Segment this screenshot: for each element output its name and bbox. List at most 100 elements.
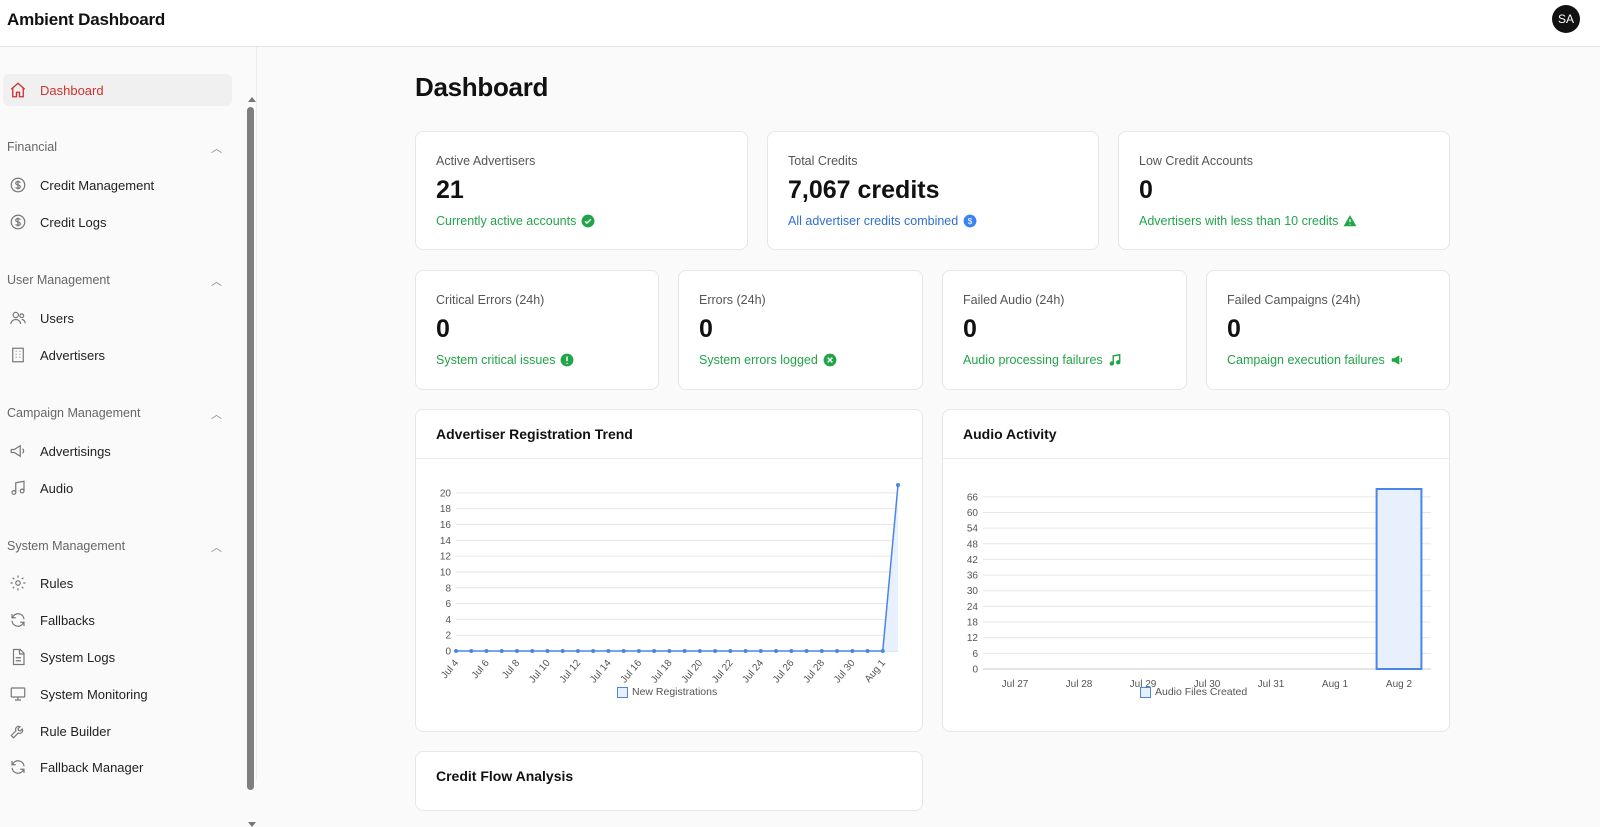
y-tick-label: 66 xyxy=(967,492,979,503)
chart-card-registration-trend: Advertiser Registration Trend 0 2 4 6 8 10 12 1… xyxy=(415,409,923,732)
data-point xyxy=(499,649,504,653)
chevron-up-icon: ︿ xyxy=(211,276,222,288)
group-label-text: User Management xyxy=(7,273,110,287)
stat-subtext: All advertiser credits combined $ xyxy=(788,214,977,228)
x-tick-label: Aug 1 xyxy=(863,658,889,685)
chart-card-credit-flow: Credit Flow Analysis xyxy=(415,751,923,811)
stat-card-critical-errors: Critical Errors (24h) 0 System critical … xyxy=(415,270,659,390)
stat-value: 0 xyxy=(1227,315,1241,343)
bar xyxy=(1375,488,1423,670)
stat-subtext: Currently active accounts xyxy=(436,214,595,228)
user-avatar[interactable]: SA xyxy=(1552,5,1580,33)
stat-card-active-advertisers: Active Advertisers 21 Currently active a… xyxy=(415,131,748,250)
stat-subtext: Advertisers with less than 10 credits xyxy=(1139,214,1357,228)
x-tick-label: Jul 12 xyxy=(558,658,584,686)
page-title: Dashboard xyxy=(415,72,549,102)
sidebar-item-label: Users xyxy=(40,310,74,326)
stat-subtext-label: Advertisers with less than 10 credits xyxy=(1139,214,1339,228)
scroll-up-arrow[interactable] xyxy=(248,97,256,102)
y-tick-label: 14 xyxy=(440,536,452,547)
group-user-management[interactable]: User Management ︿ xyxy=(7,273,222,289)
sidebar-item-label: Credit Logs xyxy=(40,214,107,230)
data-point xyxy=(896,483,900,487)
x-tick-label: Aug 1 xyxy=(1322,679,1349,690)
data-point xyxy=(514,649,519,653)
stat-label: Failed Campaigns (24h) xyxy=(1227,293,1361,307)
y-tick-label: 30 xyxy=(967,586,979,597)
tools-icon xyxy=(8,721,28,741)
series-area xyxy=(456,485,898,651)
y-tick-label: 6 xyxy=(972,649,978,660)
stat-subtext: System errors logged xyxy=(699,353,837,367)
data-point xyxy=(758,649,763,653)
sidebar-item-advertisers[interactable]: Advertisers xyxy=(3,339,232,371)
chart-legend[interactable]: Audio Files Created xyxy=(1140,686,1247,698)
home-icon xyxy=(8,80,28,100)
app-title: Ambient Dashboard xyxy=(7,10,166,29)
sidebar-item-rules[interactable]: Rules xyxy=(3,567,232,599)
sidebar-item-audio[interactable]: Audio xyxy=(3,472,232,504)
stat-subtext-label: System errors logged xyxy=(699,353,818,367)
sidebar-item-dashboard[interactable]: Dashboard xyxy=(3,74,232,106)
group-label-text: System Management xyxy=(7,539,126,553)
y-tick-label: 12 xyxy=(967,633,979,644)
scroll-down-arrow[interactable] xyxy=(248,822,256,827)
dollar-circle-icon: $ xyxy=(963,214,977,228)
monitor-icon xyxy=(8,684,28,704)
group-financial[interactable]: Financial ︿ xyxy=(7,140,222,156)
group-system-management[interactable]: System Management ︿ xyxy=(7,539,222,555)
data-point xyxy=(454,649,458,653)
y-tick-label: 48 xyxy=(967,539,979,550)
y-tick-label: 4 xyxy=(445,615,451,626)
sidebar-item-users[interactable]: Users xyxy=(3,302,232,334)
sidebar-item-credit-logs[interactable]: Credit Logs xyxy=(3,206,232,238)
gear-icon xyxy=(8,573,28,593)
sidebar-item-advertisings[interactable]: Advertisings xyxy=(3,435,232,467)
chart-title: Advertiser Registration Trend xyxy=(436,426,633,442)
chevron-up-icon: ︿ xyxy=(211,143,222,155)
data-point xyxy=(728,649,733,653)
sidebar-item-fallbacks[interactable]: Fallbacks xyxy=(3,604,232,636)
dollar-circle-icon xyxy=(8,175,28,195)
data-point xyxy=(652,649,657,653)
users-icon xyxy=(8,308,28,328)
data-point xyxy=(819,649,824,653)
building-icon xyxy=(8,345,28,365)
x-tick-label: Jul 18 xyxy=(649,658,675,686)
data-point xyxy=(880,649,885,653)
sidebar-item-credit-management[interactable]: Credit Management xyxy=(3,169,232,201)
chart-card-audio-activity: Audio Activity 0 6 12 18 24 30 36 42 48 54 60 66 Jul… xyxy=(942,409,1450,732)
group-label-text: Campaign Management xyxy=(7,406,141,420)
y-tick-label: 12 xyxy=(440,552,452,563)
data-point xyxy=(560,649,565,653)
group-campaign-management[interactable]: Campaign Management ︿ xyxy=(7,406,222,422)
y-tick-label: 6 xyxy=(445,599,451,610)
file-icon xyxy=(8,647,28,667)
sidebar-item-label: Rule Builder xyxy=(40,723,111,739)
x-tick-label: Aug 2 xyxy=(1386,679,1413,690)
data-point xyxy=(697,649,702,653)
warning-triangle-icon xyxy=(1343,214,1357,228)
chart-legend[interactable]: New Registrations xyxy=(617,686,717,698)
data-point xyxy=(804,649,809,653)
x-tick-label: Jul 14 xyxy=(588,658,614,686)
sidebar-item-fallback-manager[interactable]: Fallback Manager xyxy=(3,751,232,783)
sidebar-item-label: System Monitoring xyxy=(40,686,148,702)
data-point xyxy=(850,649,855,653)
x-tick-label: Jul 6 xyxy=(470,658,492,682)
sidebar-item-system-logs[interactable]: System Logs xyxy=(3,641,232,673)
sidebar-item-system-monitoring[interactable]: System Monitoring xyxy=(3,678,232,710)
x-tick-label: Jul 10 xyxy=(527,658,553,686)
x-tick-label: Jul 8 xyxy=(500,658,522,682)
sidebar-item-label: Dashboard xyxy=(40,82,104,98)
x-tick-label: Jul 16 xyxy=(619,658,645,686)
data-point xyxy=(835,649,840,653)
svg-text:$: $ xyxy=(968,217,973,226)
sidebar-item-rule-builder[interactable]: Rule Builder xyxy=(3,715,232,747)
sidebar-scrollbar[interactable] xyxy=(247,107,254,790)
data-point xyxy=(713,649,718,653)
music-note-icon xyxy=(1108,353,1122,367)
y-tick-label: 24 xyxy=(967,602,979,613)
data-point xyxy=(469,649,474,653)
y-tick-label: 16 xyxy=(440,520,452,531)
